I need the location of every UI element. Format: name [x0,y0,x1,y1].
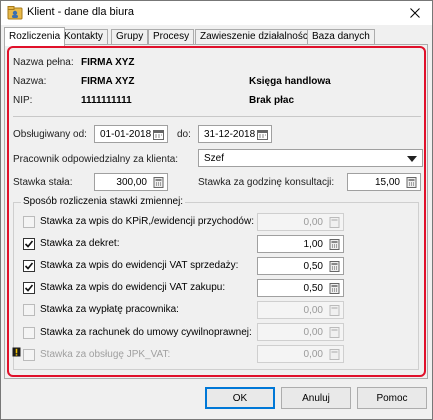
client-dialog: Klient - dane dla biura Rozliczenia Kont… [0,0,433,420]
row-label-dekret: Stawka za dekret: [40,238,120,249]
tab-rozliczenia[interactable]: Rozliczenia [4,27,66,46]
full-name-label: Nazwa pełna: [13,57,74,68]
service-from-date[interactable]: 01-01-2018 [94,125,168,143]
employee-select[interactable]: Szef [198,149,423,167]
name-label: Nazwa: [13,76,47,87]
row-checkbox-dekret[interactable] [23,238,35,250]
fixed-rate-label: Stawka stała: [13,177,73,188]
service-to-date[interactable]: 31-12-2018 [198,125,272,143]
title-bar: Klient - dane dla biura [1,1,432,25]
tab-procesy[interactable]: Procesy [148,29,195,45]
service-to-label: do: [177,129,191,140]
window-title: Klient - dane dla biura [27,6,135,18]
warning-icon [12,347,21,357]
row-label-civil-contract: Stawka za rachunek do umowy cywilnoprawn… [40,327,252,338]
checkmark-icon [24,284,34,292]
rate-field-payout[interactable]: 0,00 [257,301,344,319]
calculator-icon[interactable] [329,239,340,250]
chevron-down-icon [407,156,417,162]
fixed-rate-field[interactable]: 300,00 [94,173,168,191]
full-name-value: FIRMA XYZ [81,57,135,68]
divider [13,116,421,117]
rate-field-vat-sales[interactable]: 0,50 [257,257,344,275]
help-button[interactable]: Pomoc [357,387,427,409]
variable-rate-title: Sposób rozliczenia stawki zmiennej: [21,196,186,207]
row-checkbox-payout[interactable] [23,304,35,316]
rate-field-vat-purchase[interactable]: 0,50 [257,279,344,297]
calculator-icon[interactable] [329,261,340,272]
cancel-button[interactable]: Anuluj [281,387,351,409]
calendar-icon[interactable] [257,129,268,140]
rate-field-kpir[interactable]: 0,00 [257,213,344,231]
rate-value-dekret: 1,00 [303,239,323,250]
rate-value-jpk-vat: 0,00 [303,349,323,360]
close-button[interactable] [399,2,431,24]
employee-label: Pracownik odpowiedzialny za klienta: [13,154,179,165]
row-checkbox-jpk-vat[interactable] [23,349,35,361]
calendar-icon[interactable] [153,129,164,140]
checkmark-icon [24,262,34,270]
nip-label: NIP: [13,95,33,106]
nip-value: 1111111111 [81,95,132,106]
employee-value: Szef [204,153,225,164]
rate-value-civil-contract: 0,00 [303,327,323,338]
row-checkbox-civil-contract[interactable] [23,327,35,339]
service-from-value: 01-01-2018 [100,129,152,140]
row-label-vat-purchase: Stawka za wpis do ewidencji VAT zakupu: [40,282,226,293]
hourly-rate-field[interactable]: 15,00 [347,173,421,191]
row-checkbox-vat-purchase[interactable] [23,282,35,294]
service-from-label: Obsługiwany od: [13,129,87,140]
rate-value-kpir: 0,00 [303,217,323,228]
calculator-icon[interactable] [329,349,340,360]
ok-button[interactable]: OK [205,387,275,409]
row-label-kpir: Stawka za wpis do KPiR,/ewidencji przych… [40,216,254,227]
checkmark-icon [24,240,34,248]
calculator-icon[interactable] [329,327,340,338]
rate-value-vat-sales: 0,50 [303,261,323,272]
rate-field-dekret[interactable]: 1,00 [257,235,344,253]
close-icon [410,8,420,18]
name-value: FIRMA XYZ [81,76,135,87]
tab-zawieszenie[interactable]: Zawieszenie działalności [195,29,316,45]
rate-value-vat-purchase: 0,50 [303,283,323,294]
calculator-icon[interactable] [329,283,340,294]
hourly-rate-label: Stawka za godzinę konsultacji: [198,177,335,188]
tab-baza-danych[interactable]: Baza danych [307,29,375,45]
row-label-vat-sales: Stawka za wpis do ewidencji VAT sprzedaż… [40,260,239,271]
fixed-rate-value: 300,00 [116,177,147,188]
book-type: Księga handlowa [249,76,331,87]
calculator-icon[interactable] [329,217,340,228]
rate-field-jpk-vat[interactable]: 0,00 [257,345,344,363]
payroll-status: Brak płac [249,95,295,106]
hourly-rate-value: 15,00 [374,177,400,188]
calculator-icon[interactable] [329,305,340,316]
row-checkbox-vat-sales[interactable] [23,260,35,272]
row-checkbox-kpir[interactable] [23,216,35,228]
calculator-icon[interactable] [406,177,417,188]
calculator-icon[interactable] [153,177,164,188]
rate-field-civil-contract[interactable]: 0,00 [257,323,344,341]
row-label-payout: Stawka za wypłatę pracownika: [40,304,179,315]
row-label-jpk-vat: Stawka za obsługę JPK_VAT: [40,349,171,360]
service-to-value: 31-12-2018 [204,129,256,140]
client-folder-icon [7,6,23,20]
tab-grupy[interactable]: Grupy [111,29,149,45]
tab-kontakty[interactable]: Kontakty [59,29,108,45]
rate-value-payout: 0,00 [303,305,323,316]
